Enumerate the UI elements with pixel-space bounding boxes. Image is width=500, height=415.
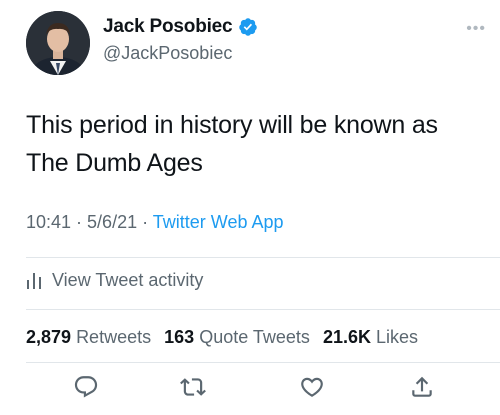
tweet-text-line: This period in history will be known as [26, 111, 438, 139]
likes-label: Likes [376, 327, 419, 347]
tweet-text-line: The Dumb Ages [26, 149, 203, 177]
quote-tweets-label: Quote Tweets [199, 327, 310, 347]
likes-count: 21.6K [322, 327, 371, 347]
bar-chart-icon [27, 272, 41, 289]
like-icon[interactable] [299, 374, 325, 400]
retweets-stat[interactable]: 2,879 Retweets [26, 327, 151, 347]
divider [26, 362, 500, 363]
divider [26, 309, 500, 310]
reply-icon[interactable] [73, 374, 99, 400]
tweet-date[interactable]: 5/6/21 [87, 212, 137, 232]
more-options-icon[interactable]: ••• [466, 20, 486, 38]
verified-badge-icon [238, 17, 258, 37]
quote-tweets-count: 163 [164, 327, 195, 347]
share-icon[interactable] [409, 374, 435, 400]
retweets-count: 2,879 [26, 327, 72, 347]
retweets-label: Retweets [76, 327, 152, 347]
quote-tweets-stat[interactable]: 163 Quote Tweets [164, 327, 310, 347]
view-activity-button[interactable]: View Tweet activity [26, 270, 203, 291]
tweet-time[interactable]: 10:41 [26, 212, 71, 232]
action-bar [0, 374, 500, 404]
display-name[interactable]: Jack Posobiec [103, 16, 233, 38]
tweet-text: This period in history will be known as … [26, 106, 486, 182]
tweet-meta: 10:41 · 5/6/21 · Twitter Web App [26, 212, 284, 233]
likes-stat[interactable]: 21.6K Likes [323, 327, 418, 347]
retweet-icon[interactable] [180, 374, 206, 400]
tweet-source-link[interactable]: Twitter Web App [153, 212, 284, 232]
author-name-row: Jack Posobiec [103, 16, 258, 38]
avatar[interactable] [26, 11, 90, 75]
divider [26, 257, 500, 258]
engagement-stats: 2,879 Retweets 163 Quote Tweets 21.6K Li… [26, 327, 418, 348]
tweet-card: Jack Posobiec @JackPosobiec ••• This per… [0, 0, 500, 415]
view-activity-label: View Tweet activity [52, 270, 204, 290]
profile-photo [26, 11, 90, 75]
handle[interactable]: @JackPosobiec [103, 43, 232, 64]
meta-separator: · [137, 212, 153, 232]
meta-separator: · [71, 212, 88, 232]
